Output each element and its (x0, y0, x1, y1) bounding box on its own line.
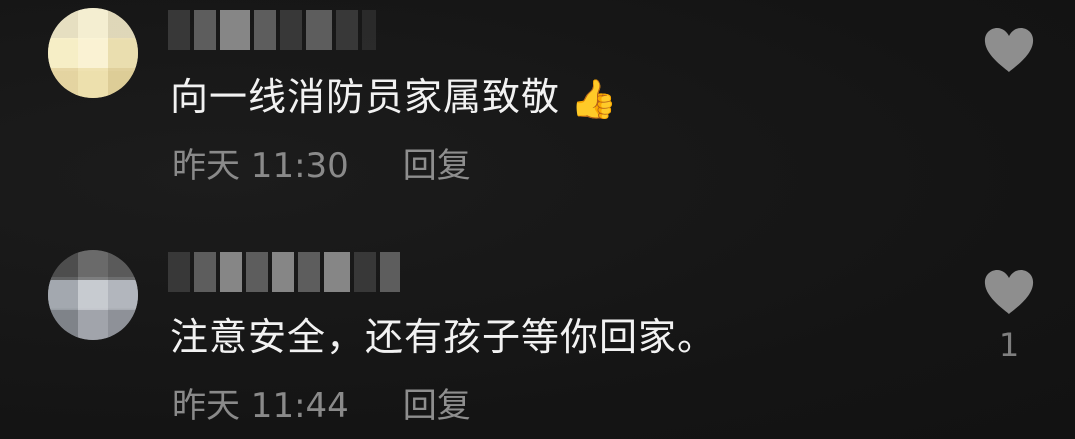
comment-meta: 昨天 11:30 回复 (172, 138, 471, 187)
comment-text: 注意安全，还有孩子等你回家。 (170, 306, 716, 361)
comment-time: 昨天 11:30 (172, 146, 349, 186)
avatar[interactable] (48, 8, 138, 98)
heart-icon (984, 28, 1034, 72)
comment-meta: 昨天 11:44 回复 (172, 378, 471, 427)
comment-item: 注意安全，还有孩子等你回家。 昨天 11:44 回复 1 (0, 240, 1075, 439)
comment-item: 向一线消防员家属致敬 👍 昨天 11:30 回复 (0, 0, 1075, 210)
like-count: 1 (998, 326, 1020, 364)
avatar[interactable] (48, 250, 138, 340)
like-button[interactable] (981, 26, 1037, 84)
comment-text-content: 向一线消防员家属致敬 (170, 75, 561, 119)
reply-button[interactable]: 回复 (403, 378, 471, 427)
heart-icon (984, 270, 1034, 314)
reply-button[interactable]: 回复 (403, 138, 471, 187)
username-blurred[interactable] (168, 252, 400, 292)
username-blurred[interactable] (168, 10, 376, 50)
comment-time: 昨天 11:44 (172, 386, 349, 426)
thumbs-up-emoji: 👍 (570, 77, 619, 121)
comment-text: 向一线消防员家属致敬 👍 (170, 66, 618, 122)
comment-list: 向一线消防员家属致敬 👍 昨天 11:30 回复 注意安全，还有孩子等你回家。 … (0, 0, 1075, 439)
like-button[interactable]: 1 (981, 268, 1037, 364)
comment-text-content: 注意安全，还有孩子等你回家。 (170, 315, 717, 359)
